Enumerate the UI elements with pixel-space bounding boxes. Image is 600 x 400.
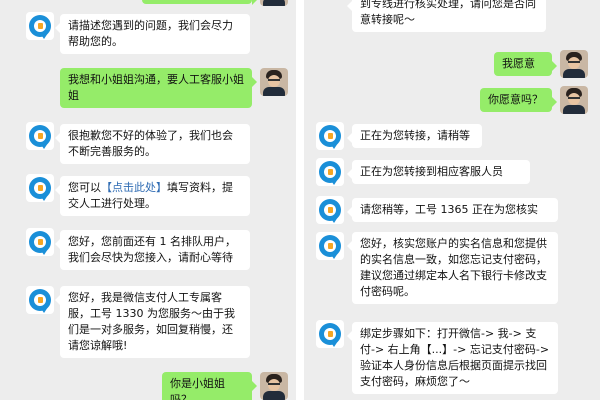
message-bubble-bot: 请您稍等，工号 1365 正在为您核实 <box>347 198 558 222</box>
user-avatar <box>260 0 288 6</box>
message-bubble-bot: 您好，核实您账户的实名信息和您提供的实名信息一致，如您忘记支付密码，建议您通过绑… <box>347 232 558 304</box>
bot-avatar <box>26 122 54 150</box>
panel-divider <box>296 0 304 400</box>
message-bubble-bot: 很抱歉您不好的体验了，我们也会不断完善服务的。 <box>55 124 250 164</box>
left-chat-panel[interactable]: 请描述您遇到的问题，我们会尽力帮助您的。 我想和小姐姐沟通，要人工客服小姐姐 很… <box>0 0 296 400</box>
user-avatar <box>260 372 288 400</box>
message-bubble-bot: 正在为您转接到相应客服人员 <box>347 160 530 184</box>
message-bubble-user: 我想和小姐姐沟通，要人工客服小姐姐 <box>60 68 257 108</box>
click-here-link[interactable]: 【点击此处】 <box>101 181 167 194</box>
bot-avatar <box>316 320 344 348</box>
user-avatar <box>560 50 588 78</box>
message-bubble-user-cutoff <box>142 0 257 5</box>
message-bubble-bot: 绑定步骤如下：打开微信-> 我-> 支付-> 右上角【...】-> 忘记支付密码… <box>347 322 558 394</box>
message-bubble-bot: 正在为您转接，请稍等 <box>347 124 482 148</box>
message-text: 您可以 <box>68 181 101 194</box>
bot-avatar <box>316 196 344 224</box>
bot-avatar <box>26 174 54 202</box>
bot-avatar <box>316 122 344 150</box>
bot-avatar <box>316 232 344 260</box>
bot-avatar <box>26 12 54 40</box>
user-avatar <box>260 68 288 96</box>
user-avatar <box>560 86 588 114</box>
bot-avatar <box>316 158 344 186</box>
message-bubble-bot: 请描述您遇到的问题，我们会尽力帮助您的。 <box>55 14 250 54</box>
message-bubble-bot: 您好，我是微信支付人工专属客服，工号 1330 为您服务～由于我们是一对多服务，… <box>55 286 250 358</box>
message-bubble-bot: 您可以【点击此处】填写资料，提交人工进行处理。 <box>55 176 250 216</box>
message-bubble-user: 你愿意吗？ <box>480 88 557 112</box>
message-bubble-user: 我愿意 <box>494 52 557 76</box>
message-bubble-bot: 您好，您前面还有 1 名排队用户，我们会尽快为您接入，请耐心等待 <box>55 230 250 270</box>
bot-avatar <box>26 286 54 314</box>
message-bubble-bot: 到专线进行核实处理，请问您是否同意转接呢～ <box>347 0 546 32</box>
message-bubble-user: 你是小姐姐吗？ <box>162 372 257 400</box>
bot-avatar <box>26 228 54 256</box>
right-chat-panel[interactable]: 到专线进行核实处理，请问您是否同意转接呢～ 我愿意 你愿意吗？ 正在为您转接，请… <box>304 0 600 400</box>
